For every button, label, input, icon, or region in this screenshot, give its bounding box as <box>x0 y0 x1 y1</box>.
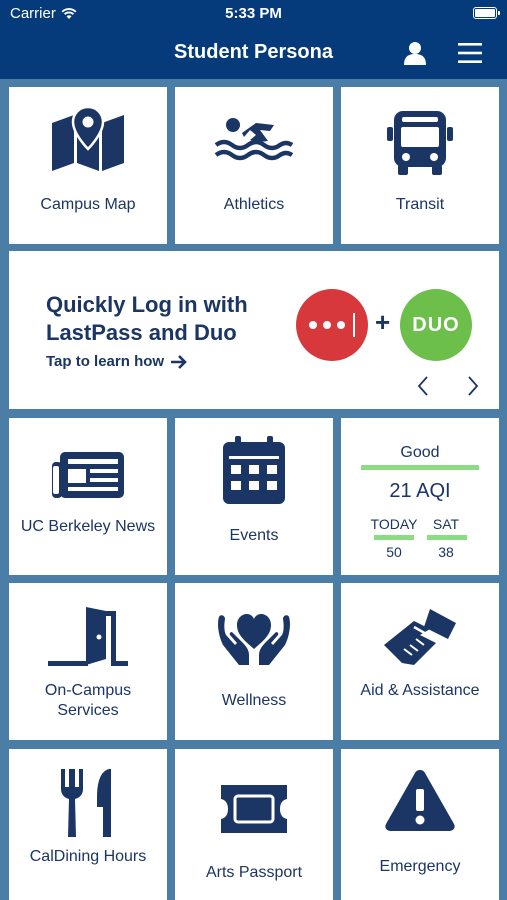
tile-label: Events <box>229 527 279 544</box>
tile-emergency[interactable]: Emergency <box>341 749 499 900</box>
tile-wellness[interactable]: Wellness <box>175 583 333 740</box>
forecast-value: 50 <box>386 544 402 560</box>
door-icon <box>48 607 128 666</box>
tile-air-quality[interactable]: Good 21 AQI TODAY 50 SAT 38 <box>341 418 499 575</box>
forecast-bar <box>374 535 414 540</box>
tile-label: Transit <box>395 196 445 213</box>
duo-logo: DUO <box>400 289 472 361</box>
tile-caldining-hours[interactable]: CalDining Hours <box>9 749 167 900</box>
tile-label: Arts Passport <box>205 864 303 881</box>
battery-icon <box>473 7 500 19</box>
tile-uc-berkeley-news[interactable]: UC Berkeley News <box>9 418 167 575</box>
warning-icon <box>385 770 455 831</box>
tile-label: Campus Map <box>40 196 136 213</box>
tile-label: CalDining Hours <box>29 848 147 865</box>
plus-sign: + <box>375 307 391 337</box>
tile-label: On-Campus Services <box>44 682 132 719</box>
nav-bar: Student Persona <box>0 28 507 79</box>
chevron-right-icon[interactable] <box>467 375 479 397</box>
tile-label: Athletics <box>223 196 285 213</box>
fork-knife-icon <box>61 769 111 837</box>
forecast-day-label: TODAY <box>370 516 418 532</box>
aqi-bar <box>361 465 479 470</box>
hamburger-menu-icon[interactable] <box>456 40 484 66</box>
tile-on-campus-services[interactable]: On-Campus Services <box>9 583 167 740</box>
tile-label: UC Berkeley News <box>20 518 156 535</box>
map-pin-icon <box>52 105 124 171</box>
person-icon[interactable] <box>402 40 428 66</box>
tile-label: Wellness <box>221 692 287 709</box>
forecast-bar <box>427 535 467 540</box>
aqi-value: 21 AQI <box>389 480 451 502</box>
tile-campus-map[interactable]: Campus Map <box>9 87 167 244</box>
tile-arts-passport[interactable]: Arts Passport <box>175 749 333 900</box>
clock: 5:33 PM <box>225 5 282 22</box>
banner-cta-label: Tap to learn how <box>46 353 165 370</box>
heart-hands-icon <box>218 614 290 665</box>
tile-label: Aid & Assistance <box>360 682 480 699</box>
newspaper-icon <box>52 452 124 498</box>
bus-icon <box>387 111 453 175</box>
banner-headline: Quickly Log in with LastPass and Duo <box>46 292 248 345</box>
handshake-icon <box>384 609 456 665</box>
ticket-icon <box>221 785 287 833</box>
status-bar: Carrier 5:33 PM <box>0 0 507 28</box>
promo-banner[interactable]: Quickly Log in with LastPass and Duo Tap… <box>9 251 499 409</box>
forecast-day-label: SAT <box>432 516 460 532</box>
tile-transit[interactable]: Transit <box>341 87 499 244</box>
chevron-left-icon[interactable] <box>417 375 429 397</box>
banner-cta[interactable]: Tap to learn how <box>46 353 188 370</box>
arrow-right-icon <box>171 354 187 369</box>
tile-aid-assistance[interactable]: Aid & Assistance <box>341 583 499 740</box>
tile-athletics[interactable]: Athletics <box>175 87 333 244</box>
forecast-value: 38 <box>438 544 454 560</box>
lastpass-logo <box>296 289 368 361</box>
calendar-icon <box>223 436 285 504</box>
aqi-quality: Good <box>400 444 440 461</box>
swimmer-icon <box>214 118 294 161</box>
page-title: Student Persona <box>174 41 333 63</box>
tile-label: Emergency <box>379 858 461 875</box>
tile-events[interactable]: Events <box>175 418 333 575</box>
